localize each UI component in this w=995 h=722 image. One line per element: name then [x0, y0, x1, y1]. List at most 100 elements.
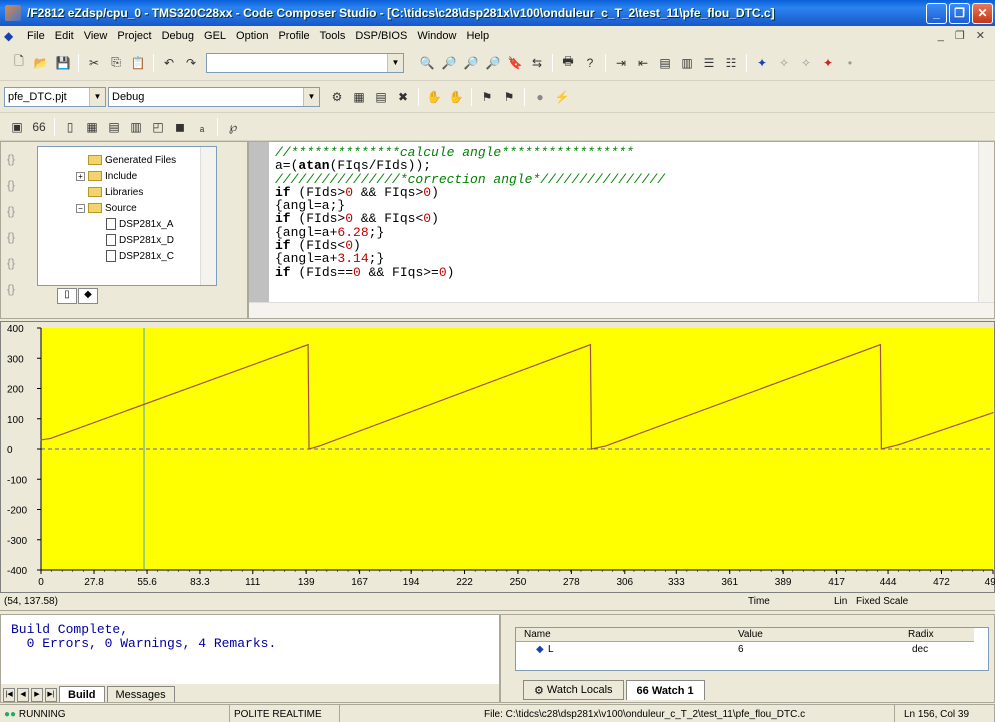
tab-messages[interactable]: Messages: [106, 686, 175, 702]
step-out-icon[interactable]: {}: [7, 198, 23, 224]
help-icon[interactable]: ?: [581, 54, 599, 72]
bookmark-next-icon[interactable]: ⇆: [528, 54, 546, 72]
outdent-icon[interactable]: ⇤: [634, 54, 652, 72]
animate-icon[interactable]: ⚡: [553, 88, 571, 106]
code-line[interactable]: {angl=a+3.14;}: [275, 252, 665, 266]
asm-step-icon[interactable]: {}: [7, 276, 23, 302]
minimize-button[interactable]: _: [926, 2, 947, 24]
new-file-icon[interactable]: 🗋: [10, 54, 28, 72]
menu-project[interactable]: Project: [112, 30, 156, 42]
run-icon[interactable]: ●: [531, 88, 549, 106]
find-in-files-icon[interactable]: 🔎: [484, 54, 502, 72]
watch-var-name[interactable]: L: [548, 644, 554, 655]
close-button[interactable]: ✕: [972, 2, 993, 24]
ccs-diamond-icon[interactable]: ◆: [4, 30, 18, 42]
list-icon[interactable]: ☰: [700, 54, 718, 72]
watch-table[interactable]: Name Value Radix ◆ L 6 dec: [515, 627, 989, 671]
chevron-down-icon[interactable]: ▼: [89, 87, 105, 106]
tree-item-file[interactable]: DSP281x_D: [106, 233, 174, 247]
tree-item-libraries[interactable]: Libraries: [88, 185, 143, 199]
memory-icon[interactable]: ▯: [61, 118, 79, 136]
tree-item-file[interactable]: DSP281x_C: [106, 249, 174, 263]
tab-first-icon[interactable]: |◀: [3, 688, 15, 702]
bookmark-icon[interactable]: 🔖: [506, 54, 524, 72]
paste-icon[interactable]: 📋: [129, 54, 147, 72]
breakpoint-icon[interactable]: ✦: [819, 54, 837, 72]
project-view-icon[interactable]: ▣: [8, 118, 26, 136]
graph-window[interactable]: 400 300 200 100 0 -100 -200 -300 -400 0 27.8 55.6 83…: [0, 321, 995, 593]
toggle-breakpoint-icon[interactable]: ✋: [425, 88, 443, 106]
tab-next-icon[interactable]: ▶: [31, 688, 43, 702]
collapse-icon[interactable]: −: [76, 203, 85, 213]
code-line[interactable]: if (FIds<0): [275, 239, 665, 253]
code-line[interactable]: {angl=a;}: [275, 199, 665, 213]
menu-help[interactable]: Help: [461, 30, 494, 42]
config-select[interactable]: Debug ▼: [108, 86, 320, 107]
registers-icon[interactable]: ▦: [83, 118, 101, 136]
profile-point-icon[interactable]: •: [841, 54, 859, 72]
tree-item-file[interactable]: DSP281x_A: [106, 217, 173, 231]
menu-option[interactable]: Option: [231, 30, 273, 42]
menu-profile[interactable]: Profile: [273, 30, 314, 42]
code-line[interactable]: if (FIds>0 && FIqs<0): [275, 212, 665, 226]
mixed-mode-icon[interactable]: ◼: [171, 118, 189, 136]
editor-vscroll[interactable]: [978, 142, 994, 318]
code-line[interactable]: //**************calcule angle***********…: [275, 146, 665, 159]
code-line[interactable]: if (FIds>0 && FIqs>0): [275, 186, 665, 200]
cut-icon[interactable]: ✂: [85, 54, 103, 72]
step-into-icon[interactable]: {}: [7, 146, 23, 172]
code-editor[interactable]: //**************calcule angle***********…: [248, 141, 995, 319]
maximize-button[interactable]: ❐: [949, 2, 970, 24]
watch-row[interactable]: ◆ L 6 dec: [516, 643, 974, 657]
watch-col-radix[interactable]: Radix: [908, 629, 934, 640]
code-line[interactable]: if (FIds==0 && FIqs>=0): [275, 265, 665, 279]
find-next-icon[interactable]: 🔎: [440, 54, 458, 72]
menu-tools[interactable]: Tools: [315, 30, 351, 42]
remove-probes-icon[interactable]: ⚑: [500, 88, 518, 106]
incremental-build-icon[interactable]: ▦: [350, 88, 368, 106]
watch-col-name[interactable]: Name: [524, 629, 551, 640]
compile-icon[interactable]: ⚙: [328, 88, 346, 106]
set-pc-icon[interactable]: {}: [7, 250, 23, 276]
toggle-probe-icon[interactable]: ⚑: [478, 88, 496, 106]
watch-col-value[interactable]: Value: [738, 629, 763, 640]
project-select[interactable]: pfe_DTC.pjt ▼: [4, 86, 106, 107]
copy-icon[interactable]: ⎘: [107, 54, 125, 72]
remove-breakpoints-icon[interactable]: ✋: [447, 88, 465, 106]
open-folder-icon[interactable]: 📂: [32, 54, 50, 72]
rebuild-all-icon[interactable]: ▤: [372, 88, 390, 106]
probe-icon[interactable]: ✦: [753, 54, 771, 72]
menu-window[interactable]: Window: [412, 30, 461, 42]
find-prev-icon[interactable]: 🔎: [462, 54, 480, 72]
chevron-down-icon[interactable]: ▼: [387, 53, 403, 72]
next-bookmark-icon[interactable]: ▥: [678, 54, 696, 72]
code-line[interactable]: a=(atan(FIqs/FIds));: [275, 159, 665, 173]
run-to-cursor-icon[interactable]: {}: [7, 224, 23, 250]
bookmarks-tab[interactable]: ◆: [78, 288, 98, 304]
menu-gel[interactable]: GEL: [199, 30, 231, 42]
menu-view[interactable]: View: [79, 30, 113, 42]
menu-edit[interactable]: Edit: [50, 30, 79, 42]
tree-item-generated-files[interactable]: Generated Files: [88, 153, 176, 167]
file-view-tab[interactable]: ▯: [57, 288, 77, 304]
callstack-icon[interactable]: ▥: [127, 118, 145, 136]
probe-remove-icon[interactable]: ✧: [775, 54, 793, 72]
find-combo[interactable]: ▼: [206, 52, 404, 73]
save-icon[interactable]: 💾: [54, 54, 72, 72]
plugin-icon[interactable]: ℘: [224, 118, 242, 136]
menu-dspbios[interactable]: DSP/BIOS: [350, 30, 412, 42]
menu-debug[interactable]: Debug: [157, 30, 199, 42]
print-icon[interactable]: 🖶: [559, 54, 577, 72]
disassembly-icon[interactable]: ▤: [105, 118, 123, 136]
probe-clear-icon[interactable]: ✧: [797, 54, 815, 72]
code-line[interactable]: ////////////////*correction angle*//////…: [275, 172, 665, 186]
toggle-bookmark-icon[interactable]: ▤: [656, 54, 674, 72]
symbol-browser-icon[interactable]: ₐ: [193, 118, 211, 136]
chevron-down-icon[interactable]: ▼: [303, 87, 319, 106]
watch-var-value[interactable]: 6: [738, 644, 744, 655]
list-alt-icon[interactable]: ☷: [722, 54, 740, 72]
editor-hscroll[interactable]: [249, 302, 994, 318]
menu-file[interactable]: File: [22, 30, 50, 42]
redo-icon[interactable]: ↷: [182, 54, 200, 72]
code-text[interactable]: //**************calcule angle***********…: [275, 146, 665, 279]
